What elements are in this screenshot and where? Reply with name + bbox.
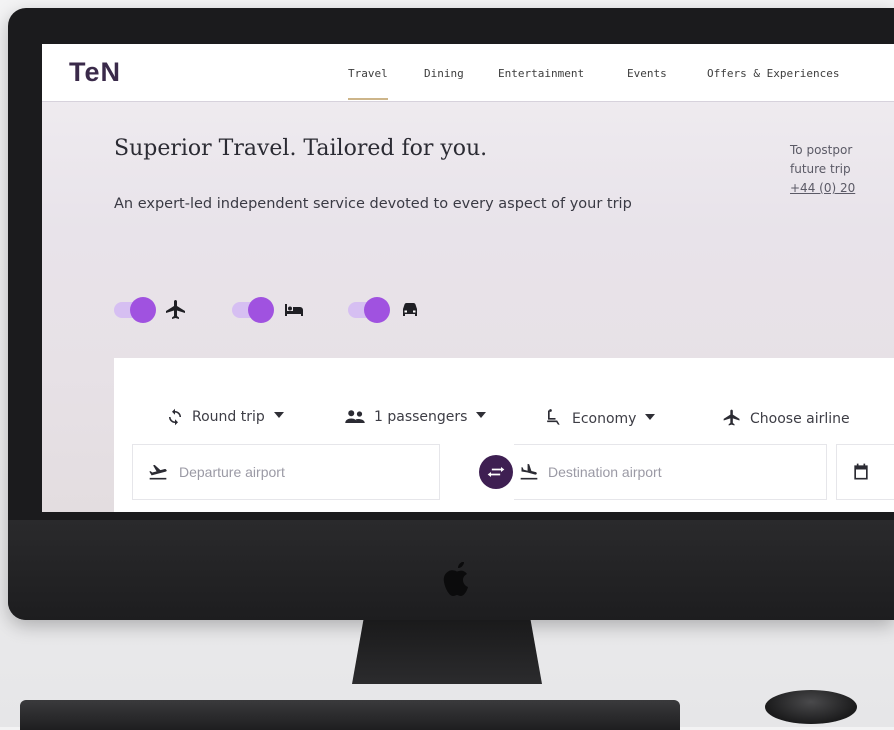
toggle-knob[interactable] <box>248 297 274 323</box>
airplane-icon <box>723 409 740 426</box>
side-note: To postpor future trip +44 (0) 20 <box>790 141 894 198</box>
phone-link[interactable]: +44 (0) 20 <box>790 179 894 198</box>
caret-down-icon <box>273 412 284 418</box>
swap-arrows-icon <box>487 467 505 477</box>
side-note-line1: To postpor <box>790 143 853 157</box>
cabin-class-select[interactable]: Economy <box>542 408 656 428</box>
airplane-icon <box>166 300 185 319</box>
flight-search-panel: Round trip 1 passengers Economy Choose a… <box>114 358 894 512</box>
nav-events[interactable]: Events <box>627 67 667 80</box>
calendar-icon <box>854 463 868 480</box>
hero-title: Superior Travel. Tailored for you. <box>114 136 488 161</box>
nav-dining[interactable]: Dining <box>424 67 464 80</box>
airline-label: Choose airline <box>750 411 850 427</box>
car-icon <box>403 303 417 316</box>
bed-icon <box>285 304 303 316</box>
nav-travel[interactable]: Travel <box>348 67 388 100</box>
ten-logo[interactable]: TeN <box>69 57 121 88</box>
nav-entertainment[interactable]: Entertainment <box>498 67 584 80</box>
passengers-select[interactable]: 1 passengers <box>344 408 487 426</box>
takeoff-icon <box>149 464 167 480</box>
trip-type-label: Round trip <box>192 409 265 425</box>
departure-airport-field[interactable] <box>132 444 440 500</box>
cabin-class-label: Economy <box>572 411 637 427</box>
top-navbar: TeN Travel Dining Entertainment Events O… <box>42 44 894 102</box>
date-field[interactable] <box>836 444 894 500</box>
side-note-line2: future trip <box>790 162 851 176</box>
destination-airport-input[interactable] <box>546 459 800 485</box>
caret-down-icon <box>645 414 656 420</box>
departure-airport-input[interactable] <box>177 459 431 485</box>
toggle-knob[interactable] <box>130 297 156 323</box>
users-icon <box>345 410 365 423</box>
passengers-label: 1 passengers <box>374 409 468 425</box>
mouse <box>765 690 857 724</box>
hero-subtitle: An expert-led independent service devote… <box>114 196 632 212</box>
screen: TeN Travel Dining Entertainment Events O… <box>42 44 894 512</box>
destination-airport-field[interactable] <box>514 444 827 500</box>
trip-type-select[interactable]: Round trip <box>166 408 284 426</box>
swap-airports-button[interactable] <box>479 455 513 489</box>
landing-icon <box>520 463 538 480</box>
apple-logo-icon <box>443 562 468 596</box>
keyboard <box>20 700 680 730</box>
sync-icon <box>169 408 181 426</box>
caret-down-icon <box>476 412 487 418</box>
seat-icon <box>547 409 560 425</box>
nav-offers-experiences[interactable]: Offers & Experiences <box>707 67 839 80</box>
monitor-stand <box>352 620 542 684</box>
airline-select[interactable]: Choose airline <box>722 408 850 428</box>
toggle-knob[interactable] <box>364 297 390 323</box>
